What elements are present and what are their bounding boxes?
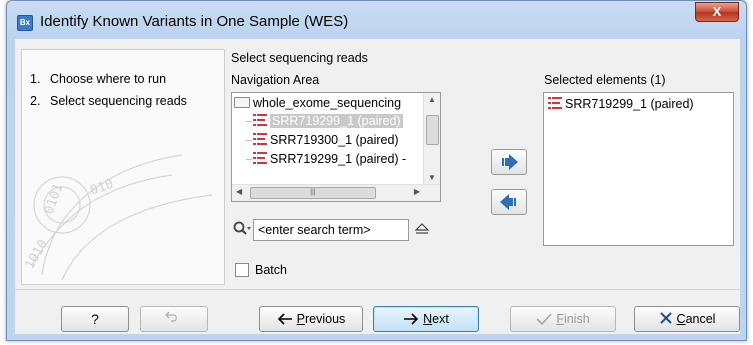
checkmark-icon <box>536 313 552 326</box>
close-icon <box>659 312 672 324</box>
sequence-reads-icon <box>253 133 268 145</box>
arrow-right-icon <box>404 313 419 325</box>
reads-selection-area: Select sequencing reads Navigation Area … <box>231 49 736 285</box>
titlebar[interactable]: Bx Identify Known Variants in One Sample… <box>7 1 746 37</box>
next-button[interactable]: Next <box>373 306 479 332</box>
step-select-sequencing-reads: 2. Select sequencing reads <box>30 94 187 108</box>
window-title: Identify Known Variants in One Sample (W… <box>40 13 349 30</box>
dialog-window: Bx Identify Known Variants in One Sample… <box>6 0 747 341</box>
batch-label: Batch <box>255 263 287 277</box>
selected-elements-label: Selected elements (1) <box>544 73 666 87</box>
scroll-up-icon[interactable]: ▲ <box>428 95 436 104</box>
sequence-reads-icon <box>548 97 562 109</box>
scroll-thumb[interactable]: ||| <box>250 187 376 199</box>
decorative-dna-graphic: 0101 010 1010 <box>22 154 213 281</box>
footer-divider <box>15 289 740 290</box>
svg-text:010: 010 <box>88 177 115 199</box>
selected-item[interactable]: SRR719299_1 (paired) <box>548 97 694 111</box>
help-button[interactable]: ? <box>61 306 129 332</box>
tree-horizontal-scrollbar[interactable]: ◀ ||| ▶ <box>232 184 440 201</box>
eject-icon[interactable] <box>415 222 429 236</box>
search-icon[interactable] <box>233 221 251 237</box>
search-input[interactable]: <enter search term> <box>253 219 409 241</box>
arrow-right-icon <box>502 154 518 170</box>
tree-folder-row[interactable]: whole_exome_sequencing <box>234 94 401 112</box>
tree-item-row[interactable]: ┄ SRR719300_1 (paired) <box>246 131 399 149</box>
arrow-left-icon <box>277 313 292 325</box>
remove-from-selection-button[interactable] <box>491 189 527 215</box>
selected-elements-list[interactable]: SRR719299_1 (paired) <box>543 92 734 246</box>
navigation-area-label: Navigation Area <box>231 73 320 87</box>
section-subtitle: Select sequencing reads <box>231 51 368 65</box>
app-icon: Bx <box>17 15 33 31</box>
scroll-left-icon[interactable]: ◀ <box>236 187 242 196</box>
cancel-button[interactable]: Cancel <box>634 306 740 332</box>
step-choose-where-to-run: 1. Choose where to run <box>30 72 167 86</box>
navigation-tree[interactable]: whole_exome_sequencing ┄ SRR719299_1 (pai… <box>231 92 441 202</box>
batch-checkbox[interactable] <box>235 263 249 277</box>
scroll-thumb[interactable] <box>426 115 439 145</box>
folder-icon <box>234 97 250 108</box>
sequence-reads-icon <box>253 114 268 126</box>
svg-text:0101: 0101 <box>42 182 67 217</box>
close-button[interactable]: X <box>695 2 739 22</box>
finish-button[interactable]: Finish <box>510 306 616 332</box>
previous-button[interactable]: Previous <box>259 306 363 332</box>
arrow-left-icon <box>500 194 516 210</box>
add-to-selection-button[interactable] <box>491 149 527 175</box>
tree-item-row[interactable]: ┄ SRR719299_1 (paired) <box>246 112 403 130</box>
dialog-body: 1. Choose where to run 2. Select sequencin… <box>15 39 740 334</box>
scroll-right-icon[interactable]: ▶ <box>414 187 420 196</box>
tree-item-row[interactable]: ┄ SRR719299_1 (paired) - <box>246 150 406 168</box>
scroll-down-icon[interactable]: ▼ <box>428 173 436 182</box>
reset-button[interactable] <box>140 306 208 332</box>
wizard-steps-panel: 1. Choose where to run 2. Select sequencin… <box>21 49 225 285</box>
sequence-reads-icon <box>253 152 268 164</box>
tree-vertical-scrollbar[interactable]: ▲ ▼ <box>423 93 440 185</box>
undo-icon <box>165 311 177 322</box>
